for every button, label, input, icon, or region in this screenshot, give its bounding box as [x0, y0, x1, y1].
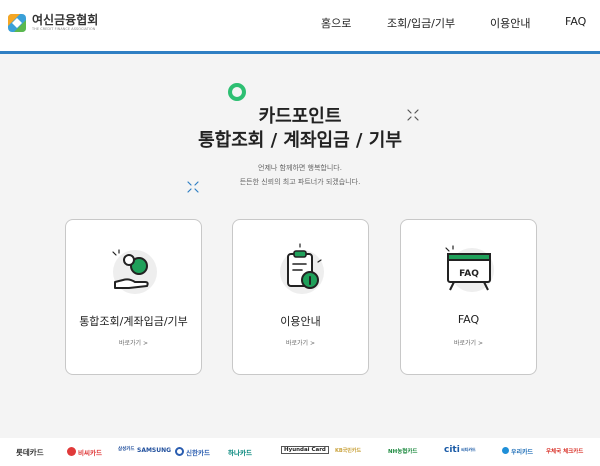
- card-inquiry-title: 통합조회/계좌입금/기부: [79, 315, 188, 328]
- site-header: 여신금융협회 THE CREDIT FINANCE ASSOCIATION 홈으…: [0, 0, 600, 54]
- card-guide-title: 이용안내: [280, 315, 321, 328]
- partner-citi[interactable]: citi: [444, 445, 460, 455]
- partner-logos: 롯데카드 비씨카드 삼성카드 SAMSUNG 신한카드 하나카드 Hyundai…: [0, 438, 600, 466]
- nav-inquiry[interactable]: 조회/입금/기부: [387, 15, 455, 31]
- logo-name: 여신금융협회: [32, 13, 99, 27]
- card-faq-title: FAQ: [457, 313, 480, 326]
- hero-subtitle-line1: 언제나 함께하면 행복합니다.: [258, 164, 342, 172]
- logo[interactable]: 여신금융협회 THE CREDIT FINANCE ASSOCIATION: [6, 12, 98, 34]
- logo-subtitle: THE CREDIT FINANCE ASSOCIATION: [32, 27, 96, 31]
- clipboard-info-icon: [280, 243, 324, 294]
- faq-board-icon: FAQ: [445, 245, 494, 292]
- partner-citi-card: 씨티카드: [461, 447, 476, 452]
- green-circle-decoration: [228, 83, 246, 101]
- bc-card-icon: [67, 447, 76, 456]
- woori-card-icon: [502, 447, 509, 454]
- partner-shinhan-card[interactable]: 신한카드: [186, 447, 210, 457]
- partner-woori-card[interactable]: 우리카드: [511, 447, 533, 456]
- nav-guide[interactable]: 이용안내: [490, 15, 530, 31]
- partner-kb-card[interactable]: KB국민카드: [335, 447, 361, 454]
- partner-post-check-card[interactable]: 우체국 체크카드: [546, 447, 583, 455]
- partner-nh-card[interactable]: NH농협카드: [388, 447, 417, 455]
- card-guide-link[interactable]: 바로가기 >: [233, 338, 368, 347]
- hero-title-line2: 통합조회 / 계좌입금 / 기부: [198, 130, 402, 151]
- card-guide[interactable]: 이용안내 바로가기 >: [232, 219, 369, 375]
- hero-subtitle-line2: 든든한 신뢰의 최고 파트너가 되겠습니다.: [239, 178, 361, 186]
- partner-hana-card[interactable]: 하나카드: [228, 447, 252, 457]
- partner-samsung-logo: SAMSUNG: [137, 447, 172, 454]
- partner-samsung-card[interactable]: 삼성카드: [118, 446, 135, 452]
- nav-home[interactable]: 홈으로: [321, 15, 351, 31]
- hero-title-line1: 카드포인트: [258, 106, 342, 127]
- coin-hand-icon: [112, 249, 157, 294]
- card-faq-link[interactable]: 바로가기 >: [401, 338, 536, 347]
- card-faq[interactable]: FAQ FAQ 바로가기 >: [400, 219, 537, 375]
- nav-faq[interactable]: FAQ: [565, 15, 586, 28]
- card-inquiry[interactable]: 통합조회/계좌입금/기부 바로가기 >: [65, 219, 202, 375]
- partner-lotte-card[interactable]: 롯데카드: [16, 447, 44, 458]
- shinhan-card-icon: [175, 447, 184, 456]
- partner-bc-card[interactable]: 비씨카드: [78, 447, 102, 457]
- card-inquiry-link[interactable]: 바로가기 >: [66, 338, 201, 347]
- svg-text:FAQ: FAQ: [459, 269, 479, 279]
- partner-hyundai-card[interactable]: Hyundai Card: [281, 446, 329, 454]
- logo-mark-icon: [8, 14, 26, 32]
